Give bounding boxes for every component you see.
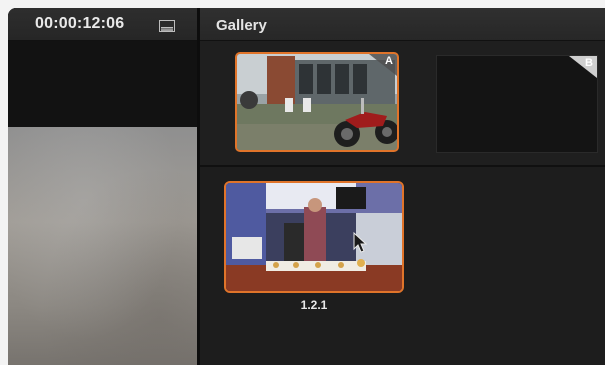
gallery-title: Gallery bbox=[216, 17, 267, 34]
still-thumbnail[interactable] bbox=[224, 181, 404, 293]
memory-slot-a[interactable]: A bbox=[235, 52, 399, 152]
memory-bar: A B bbox=[200, 41, 605, 167]
viewer-image bbox=[8, 127, 197, 365]
viewer-panel: 00:00:12:06 bbox=[8, 8, 197, 365]
gallery-header: Gallery bbox=[200, 8, 605, 41]
gallery-panel: Gallery A B 1.2.1 bbox=[200, 8, 605, 365]
app-frame: 00:00:12:06 Gallery A B 1.2.1 bbox=[8, 8, 605, 365]
memory-b-label: B bbox=[585, 57, 593, 69]
memory-a-marker: A bbox=[369, 54, 397, 76]
subtitle-display-icon[interactable] bbox=[159, 19, 175, 32]
stills-area: 1.2.1 bbox=[200, 167, 605, 365]
memory-slot-b[interactable]: B bbox=[436, 55, 598, 153]
still-label: 1.2.1 bbox=[300, 298, 328, 312]
still-thumbnail-image bbox=[226, 183, 402, 291]
timecode-display: 00:00:12:06 bbox=[35, 15, 125, 32]
viewer-header: 00:00:12:06 bbox=[8, 8, 197, 41]
viewer-letterbox bbox=[8, 41, 197, 127]
memory-a-label: A bbox=[385, 55, 393, 67]
memory-b-marker: B bbox=[569, 56, 597, 78]
